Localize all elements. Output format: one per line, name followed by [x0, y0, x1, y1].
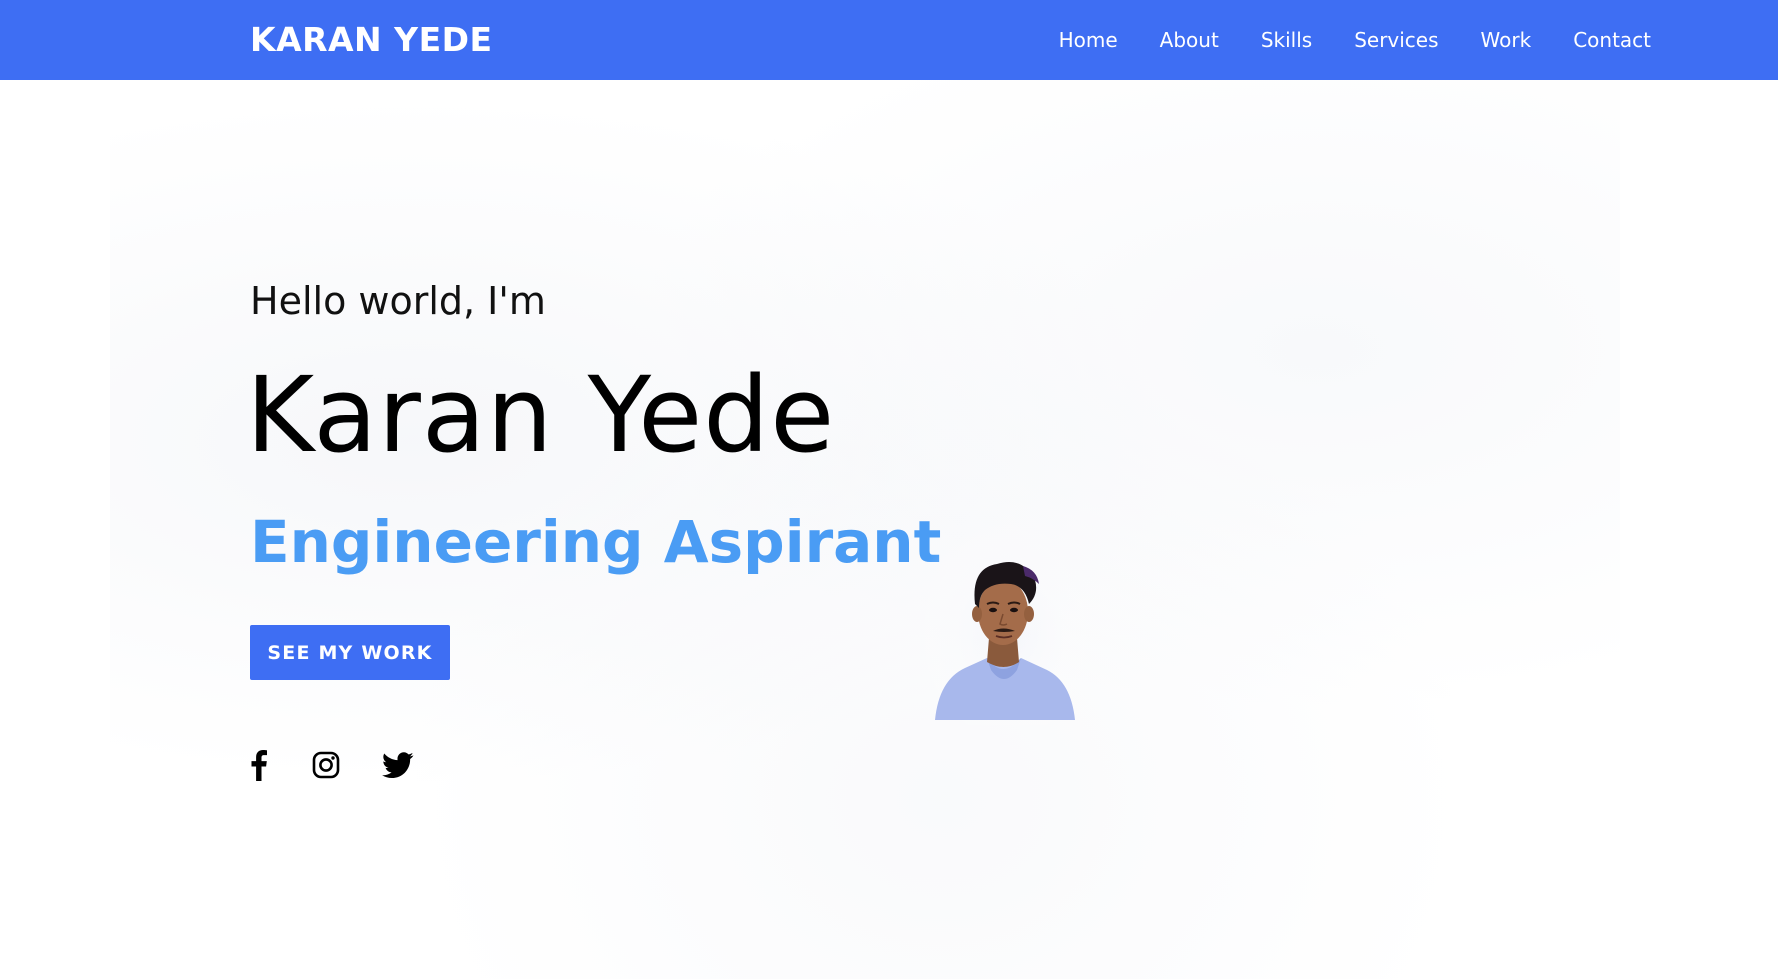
see-my-work-button[interactable]: SEE MY WORK [250, 625, 450, 680]
hero-greeting: Hello world, I'm [250, 279, 546, 323]
site-header: KARAN YEDE Home About Skills Services Wo… [0, 0, 1778, 80]
nav-item-home[interactable]: Home [1059, 28, 1118, 52]
nav-item-about[interactable]: About [1160, 28, 1219, 52]
instagram-icon [312, 751, 340, 779]
facebook-icon [251, 749, 267, 781]
facebook-link[interactable] [248, 748, 270, 782]
profile-portrait [925, 520, 1090, 725]
main-nav: Home About Skills Services Work Contact [1017, 0, 1651, 80]
hero-role: Engineering Aspirant [250, 508, 942, 576]
nav-item-contact[interactable]: Contact [1573, 28, 1651, 52]
page: KARAN YEDE Home About Skills Services Wo… [0, 0, 1778, 979]
instagram-link[interactable] [311, 748, 341, 782]
twitter-icon [382, 751, 414, 779]
nav-item-work[interactable]: Work [1481, 28, 1532, 52]
nav-item-services[interactable]: Services [1354, 28, 1438, 52]
nav-item-skills[interactable]: Skills [1261, 28, 1312, 52]
brand-logo[interactable]: KARAN YEDE [250, 19, 493, 61]
hero-name: Karan Yede [246, 354, 836, 476]
twitter-link[interactable] [381, 748, 415, 782]
